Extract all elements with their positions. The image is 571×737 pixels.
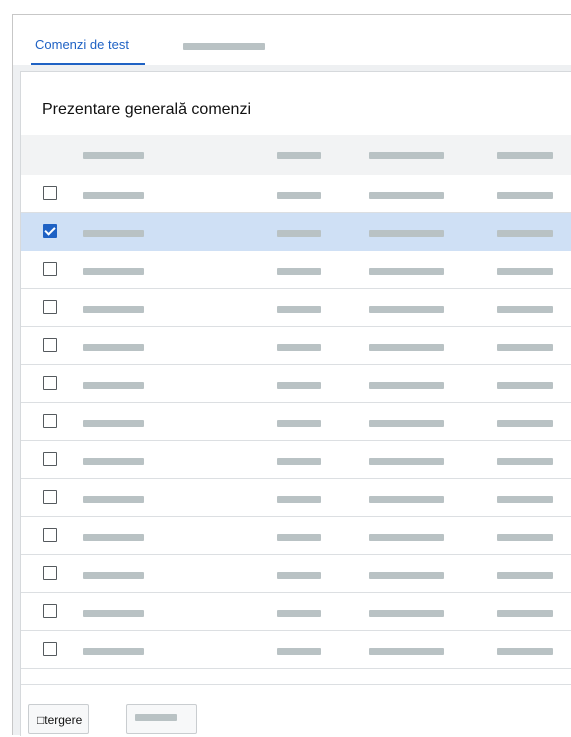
table-row[interactable] [21,213,571,251]
table-cell-4 [497,534,553,541]
table-cell-2 [277,534,321,541]
table-cell-3 [369,572,444,579]
table-cell-4 [497,192,553,199]
table-row[interactable] [21,251,571,289]
table-cell-4 [497,572,553,579]
table-cell-1 [83,458,144,465]
table-cell-3 [369,496,444,503]
row-checkbox[interactable] [43,224,57,238]
secondary-button-placeholder [135,714,177,721]
table-cell-4 [497,268,553,275]
delete-button-label: □tergere [37,713,83,727]
tab-comenzi-de-test[interactable]: Comenzi de test [31,15,145,65]
table-cell-1 [83,382,144,389]
table-row[interactable] [21,555,571,593]
table-cell-1 [83,420,144,427]
column-header-4[interactable] [497,152,553,159]
table-row[interactable] [21,403,571,441]
table-cell-1 [83,268,144,275]
table-cell-4 [497,382,553,389]
table-cell-2 [277,420,321,427]
table-row[interactable] [21,365,571,403]
tab-bar: Comenzi de test [13,15,571,65]
table-cell-1 [83,610,144,617]
table-footer: □tergere [21,684,571,737]
table-cell-2 [277,648,321,655]
row-checkbox[interactable] [43,376,57,390]
table-cell-2 [277,610,321,617]
table-cell-3 [369,534,444,541]
app-frame: Comenzi de test Prezentare generală come… [12,14,571,737]
table-cell-2 [277,230,321,237]
table-cell-4 [497,458,553,465]
table-body [21,175,571,669]
table-cell-3 [369,610,444,617]
table-row[interactable] [21,175,571,213]
row-checkbox[interactable] [43,528,57,542]
table-cell-1 [83,496,144,503]
table-cell-3 [369,268,444,275]
table-cell-1 [83,648,144,655]
tab-label: Comenzi de test [35,37,129,52]
table-cell-2 [277,496,321,503]
delete-button[interactable]: □tergere [28,704,89,734]
row-checkbox[interactable] [43,490,57,504]
row-checkbox[interactable] [43,186,57,200]
table-row[interactable] [21,631,571,669]
row-checkbox[interactable] [43,604,57,618]
column-header-3[interactable] [369,152,444,159]
table-row[interactable] [21,327,571,365]
row-checkbox[interactable] [43,452,57,466]
orders-panel: Prezentare generală comenzi □tergere [20,71,571,737]
table-cell-4 [497,420,553,427]
table-cell-2 [277,458,321,465]
table-cell-2 [277,306,321,313]
column-header-1[interactable] [83,152,144,159]
table-cell-3 [369,230,444,237]
tab-label-placeholder [183,43,265,50]
column-header-2[interactable] [277,152,321,159]
table-cell-2 [277,382,321,389]
table-row[interactable] [21,289,571,327]
table-row[interactable] [21,441,571,479]
table-cell-2 [277,268,321,275]
table-cell-3 [369,306,444,313]
table-cell-3 [369,420,444,427]
tab-placeholder[interactable] [183,15,265,65]
row-checkbox[interactable] [43,338,57,352]
table-cell-1 [83,230,144,237]
panel-title: Prezentare generală comenzi [42,101,252,118]
table-cell-4 [497,610,553,617]
table-cell-1 [83,192,144,199]
table-cell-1 [83,306,144,313]
table-cell-2 [277,344,321,351]
table-cell-3 [369,192,444,199]
row-checkbox[interactable] [43,566,57,580]
row-checkbox[interactable] [43,642,57,656]
table-cell-1 [83,534,144,541]
table-cell-4 [497,344,553,351]
secondary-button[interactable] [126,704,197,734]
table-cell-2 [277,572,321,579]
table-cell-3 [369,648,444,655]
table-header [21,135,571,175]
table-cell-4 [497,306,553,313]
table-cell-3 [369,458,444,465]
table-cell-4 [497,230,553,237]
table-cell-4 [497,648,553,655]
table-row[interactable] [21,517,571,555]
table-cell-4 [497,496,553,503]
row-checkbox[interactable] [43,414,57,428]
table-cell-2 [277,192,321,199]
table-row[interactable] [21,479,571,517]
table-cell-3 [369,344,444,351]
row-checkbox[interactable] [43,300,57,314]
table-cell-3 [369,382,444,389]
row-checkbox[interactable] [43,262,57,276]
table-cell-1 [83,344,144,351]
table-row[interactable] [21,593,571,631]
table-cell-1 [83,572,144,579]
